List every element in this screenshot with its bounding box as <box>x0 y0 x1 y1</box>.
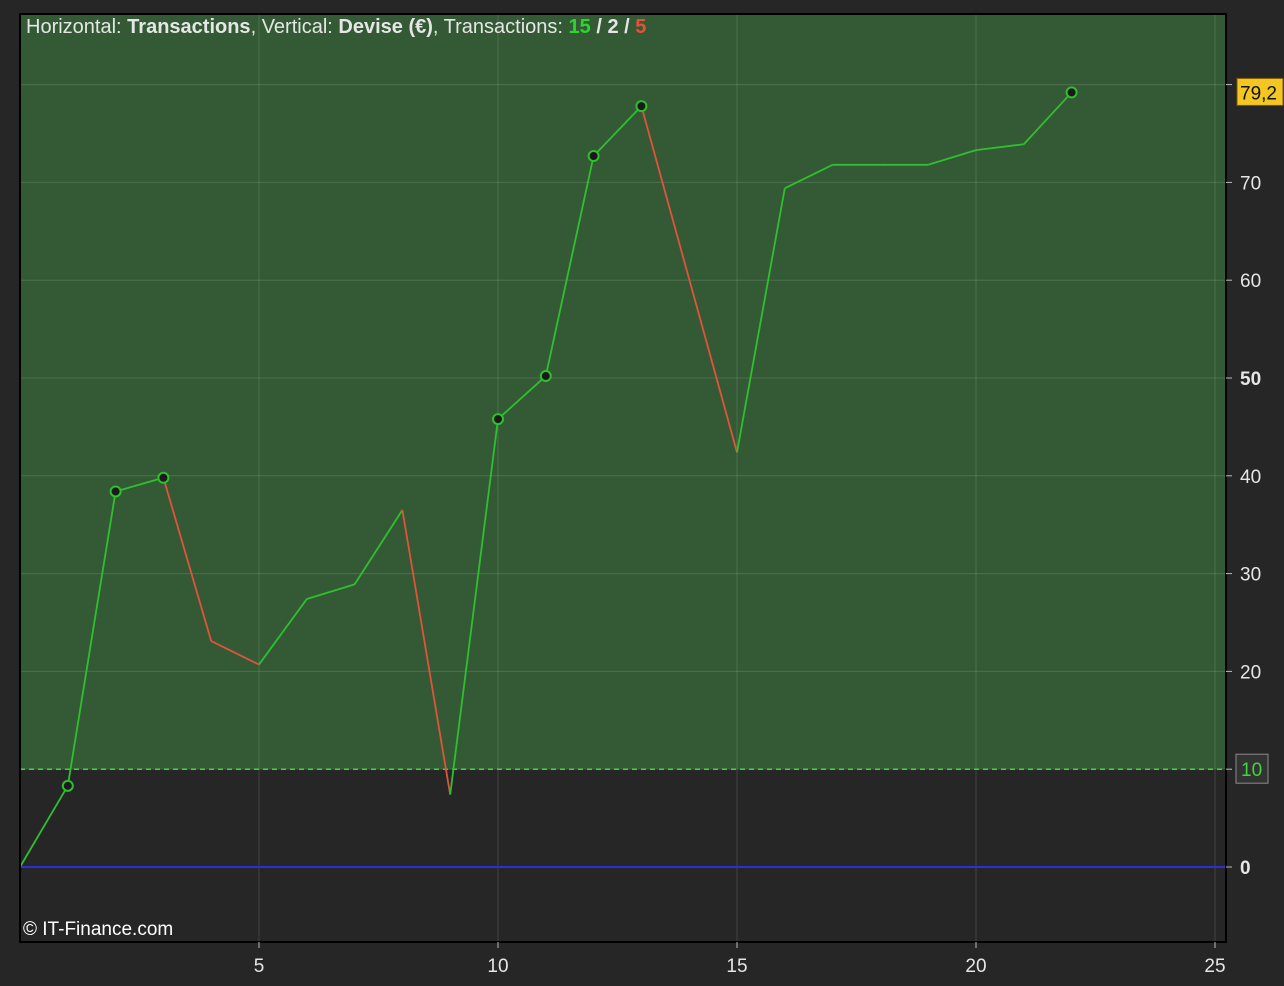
neutral-count: 2 <box>607 16 619 38</box>
last-value-label: 79,2 <box>1240 83 1277 104</box>
threshold-badge: 10 <box>1235 753 1269 784</box>
y-tick-label: 20 <box>1240 662 1261 683</box>
separator: / <box>624 16 630 38</box>
threshold-badge-label: 10 <box>1241 760 1262 781</box>
last-value-badge: 79,2 <box>1236 77 1284 106</box>
data-point <box>1065 86 1078 99</box>
x-axis: 5 10 15 20 25 <box>254 942 1226 977</box>
wins-count: 15 <box>568 16 591 38</box>
data-point <box>587 149 600 162</box>
y-tick-label: 30 <box>1240 565 1261 586</box>
x-tick-label: 5 <box>254 956 265 977</box>
losses-count: 5 <box>635 16 647 38</box>
horizontal-value: Transactions <box>127 16 251 38</box>
y-tick-label: 0 <box>1240 858 1251 879</box>
positive-zone <box>20 14 1226 770</box>
y-tick-label: 50 <box>1240 369 1261 390</box>
transactions-label: Transactions: <box>443 16 563 38</box>
data-point <box>539 370 552 383</box>
chart-header: Horizontal: Transactions, Vertical: Devi… <box>26 16 647 38</box>
vertical-label: Vertical: <box>261 16 333 38</box>
data-point <box>157 471 170 484</box>
equity-chart: 0203040506070 5 10 15 20 25 10 79,2 <box>19 13 1284 977</box>
y-tick-label: 70 <box>1240 173 1261 194</box>
separator: / <box>596 16 602 38</box>
data-point <box>492 413 504 426</box>
data-point <box>109 485 122 498</box>
x-tick-label: 15 <box>726 956 747 977</box>
copyright: © IT-Finance.com <box>23 919 174 940</box>
data-point <box>61 779 74 792</box>
x-tick-label: 20 <box>965 956 986 977</box>
x-tick-label: 10 <box>487 956 508 977</box>
data-point <box>635 100 648 113</box>
y-tick-label: 40 <box>1240 467 1261 488</box>
vertical-value: Devise (€) <box>338 16 433 38</box>
horizontal-label: Horizontal: <box>26 16 122 38</box>
x-tick-label: 25 <box>1204 956 1225 977</box>
y-tick-label: 60 <box>1240 271 1261 292</box>
